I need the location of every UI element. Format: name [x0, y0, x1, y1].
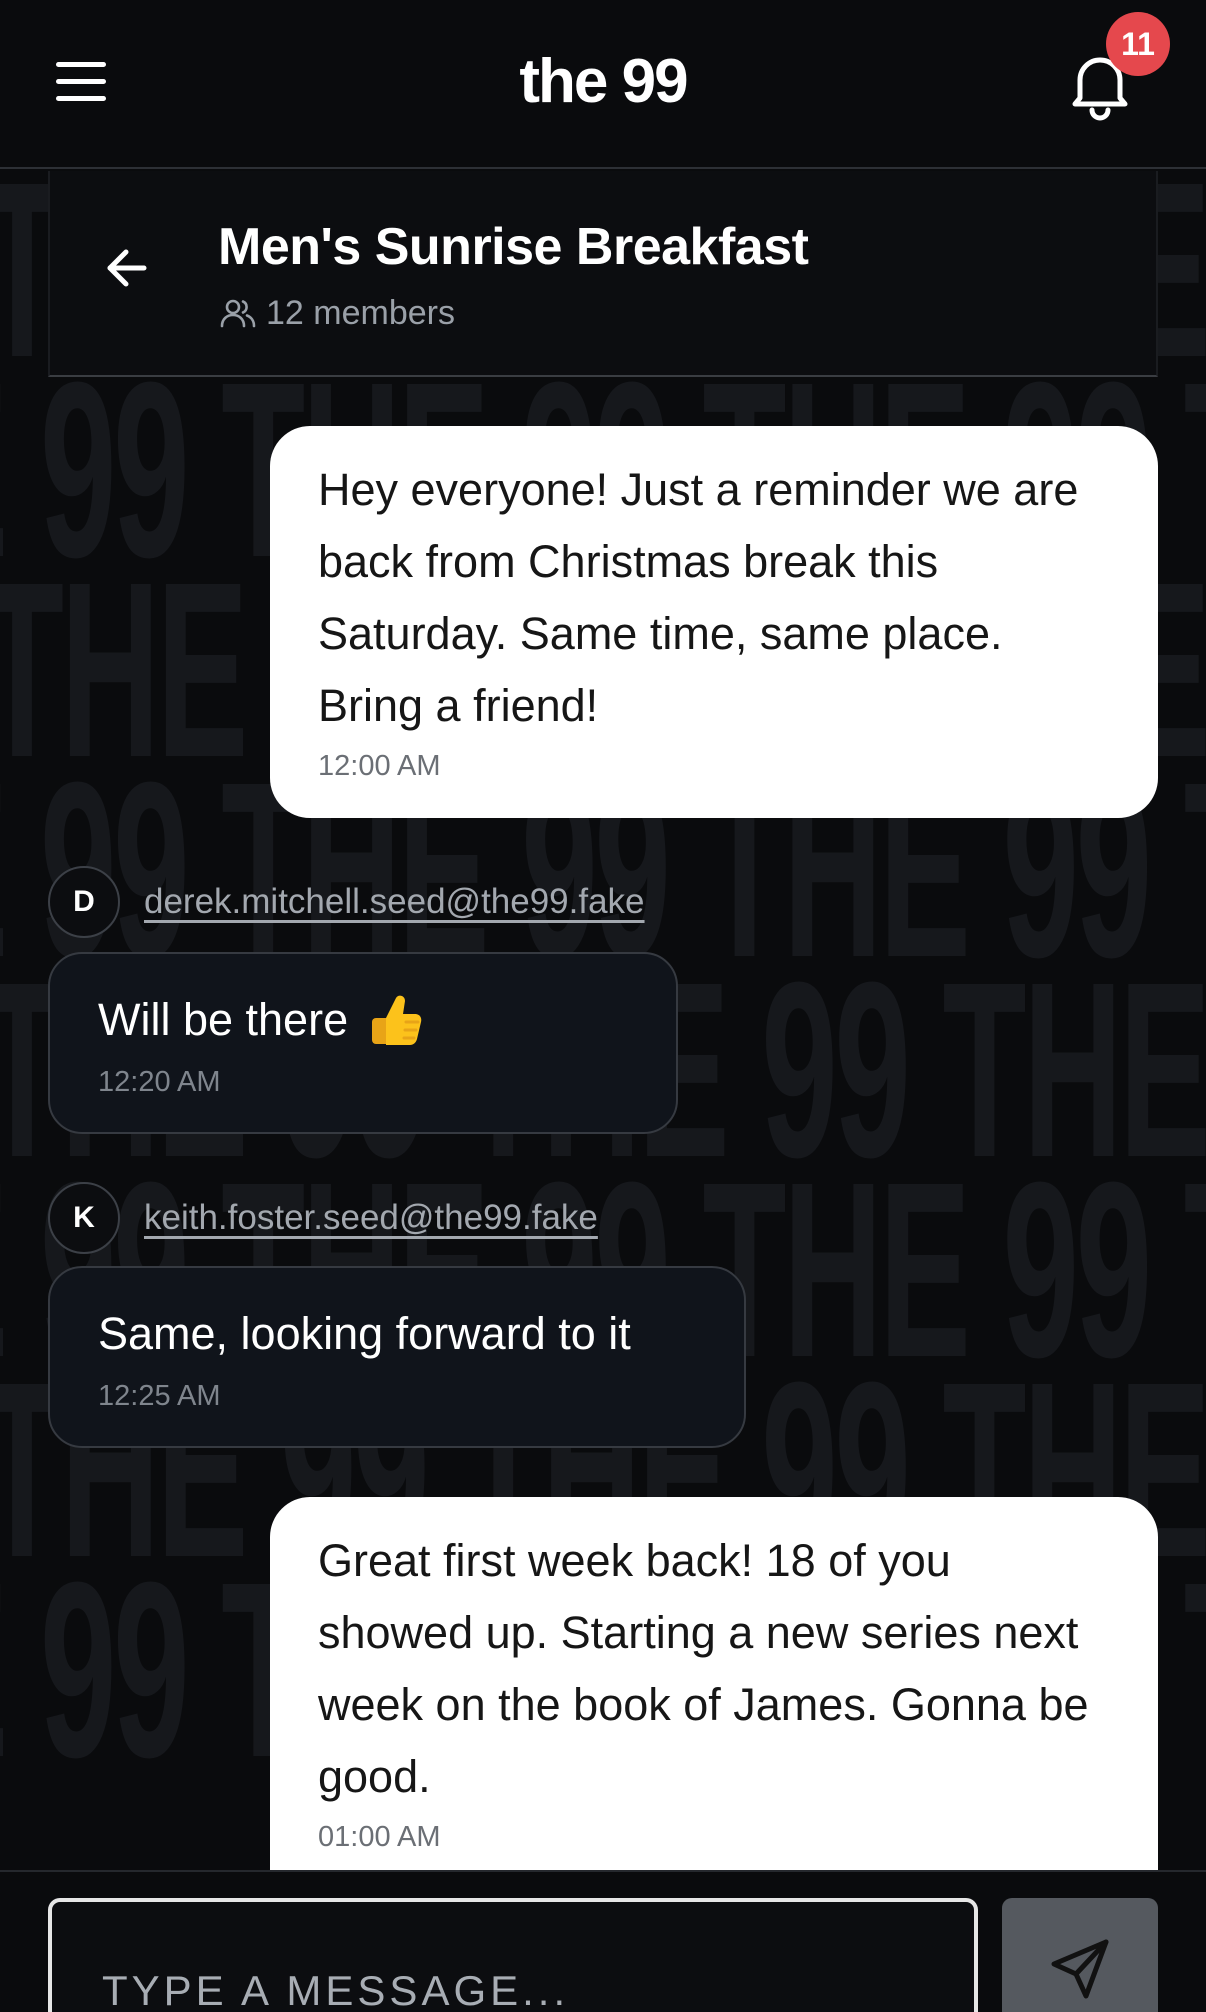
message-input[interactable]: [48, 1898, 978, 2012]
message-timestamp: 12:00 AM: [318, 750, 441, 782]
avatar[interactable]: D: [48, 866, 120, 938]
message-timestamp: 12:20 AM: [98, 1066, 221, 1098]
message-text: Will be there: [98, 994, 349, 1045]
members-label: 12 members: [266, 293, 455, 332]
avatar[interactable]: K: [48, 1182, 120, 1254]
message-bubble-own[interactable]: Hey everyone! Just a reminder we are bac…: [270, 426, 1158, 818]
message-text: Hey everyone! Just a reminder we are bac…: [318, 464, 1079, 731]
sender-name-link[interactable]: derek.mitchell.seed@the99.fake: [144, 882, 645, 922]
message-bubble-other[interactable]: Will be there 12:20 AM: [48, 952, 678, 1134]
notification-badge: 11: [1106, 12, 1170, 76]
message-timestamp: 01:00 AM: [318, 1821, 441, 1853]
message-timestamp: 12:25 AM: [98, 1380, 221, 1412]
message-text: Great first week back! 18 of you showed …: [318, 1535, 1089, 1802]
sender-name-link[interactable]: keith.foster.seed@the99.fake: [144, 1198, 598, 1238]
message-bubble-own[interactable]: Great first week back! 18 of you showed …: [270, 1497, 1158, 1917]
app-logo: the 99: [519, 47, 688, 116]
group-title: Men's Sunrise Breakfast: [218, 218, 809, 276]
back-button[interactable]: [102, 243, 152, 293]
thumbs-up-icon: [372, 995, 422, 1045]
message-text: Same, looking forward to it: [98, 1308, 631, 1359]
group-header: Men's Sunrise Breakfast 12 members: [48, 171, 1158, 377]
members-count[interactable]: 12 members: [218, 293, 455, 333]
message-text-row: Will be there: [98, 984, 628, 1056]
send-button[interactable]: [1002, 1898, 1158, 2012]
message-composer: [0, 1870, 1206, 2012]
send-icon: [1051, 1939, 1109, 1999]
message-sender-row: D derek.mitchell.seed@the99.fake: [48, 866, 645, 938]
message-bubble-other[interactable]: Same, looking forward to it 12:25 AM: [48, 1266, 746, 1448]
top-app-bar: the 99 11: [0, 0, 1206, 169]
users-icon: [220, 299, 256, 328]
arrow-left-icon: [107, 249, 147, 287]
message-sender-row: K keith.foster.seed@the99.fake: [48, 1182, 598, 1254]
